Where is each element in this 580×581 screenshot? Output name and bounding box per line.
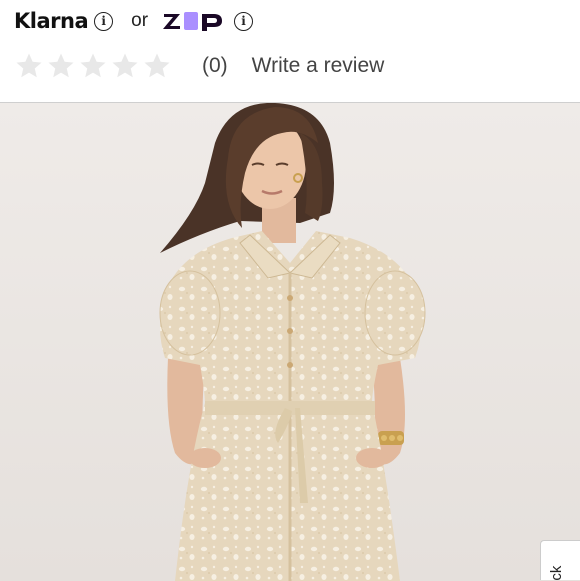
info-glyph: i — [241, 14, 246, 28]
klarna-info-icon[interactable]: i — [94, 11, 114, 31]
zip-logo — [163, 12, 223, 31]
star-icon — [48, 53, 74, 78]
info-glyph: i — [101, 14, 106, 28]
star-rating — [14, 51, 172, 81]
feedback-tab[interactable]: ack — [540, 540, 580, 580]
review-count: (0) — [202, 54, 228, 77]
feedback-tab-label: ack — [548, 565, 565, 580]
reviews-row: (0) Write a review — [14, 48, 384, 84]
zip-info-icon[interactable]: i — [234, 11, 254, 31]
write-review-link[interactable]: Write a review — [252, 54, 385, 78]
klarna-logo: Klarna — [14, 9, 89, 33]
product-photo-dress-model — [0, 103, 580, 581]
payment-options-row: Klarna i or i — [14, 6, 254, 36]
or-separator: or — [131, 10, 149, 31]
product-image[interactable] — [0, 102, 580, 581]
star-icon — [112, 53, 138, 78]
star-icon — [16, 53, 42, 78]
star-icon — [80, 53, 106, 78]
star-icon — [144, 53, 170, 78]
